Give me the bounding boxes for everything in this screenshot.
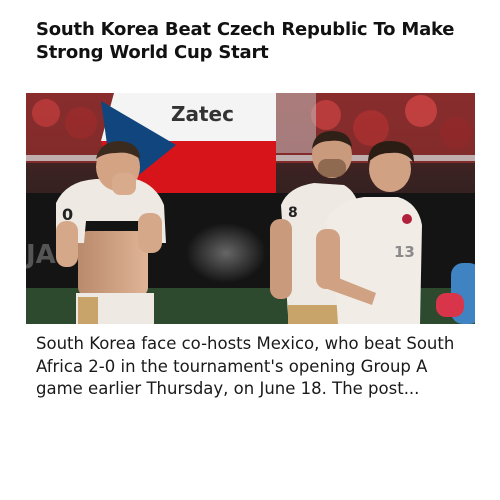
ad-board-glow [186, 223, 266, 283]
player-right-crest [402, 214, 412, 224]
player-left-hand [112, 173, 136, 195]
ad-board-letters: JA [26, 240, 56, 270]
player-left-torso [78, 231, 148, 297]
player-left-shorts-stripe [78, 297, 98, 324]
player-left-right-arm [138, 213, 162, 253]
player-right-number: 13 [394, 243, 415, 261]
banner-text: Zatec [171, 102, 234, 126]
article-photo[interactable]: Zatec JA 0 8 13 [26, 93, 475, 324]
player-far-right-arm [436, 293, 464, 317]
player-center-number: 8 [288, 205, 298, 221]
player-center-beard [318, 159, 346, 177]
article-snippet: South Korea face co-hosts Mexico, who be… [36, 334, 455, 398]
player-center-arm [270, 219, 292, 299]
player-left-left-arm [56, 221, 78, 267]
article-headline[interactable]: South Korea Beat Czech Republic To Make … [36, 18, 476, 64]
article-card[interactable]: South Korea Beat Czech Republic To Make … [0, 0, 500, 500]
player-left-number: 0 [62, 205, 73, 224]
